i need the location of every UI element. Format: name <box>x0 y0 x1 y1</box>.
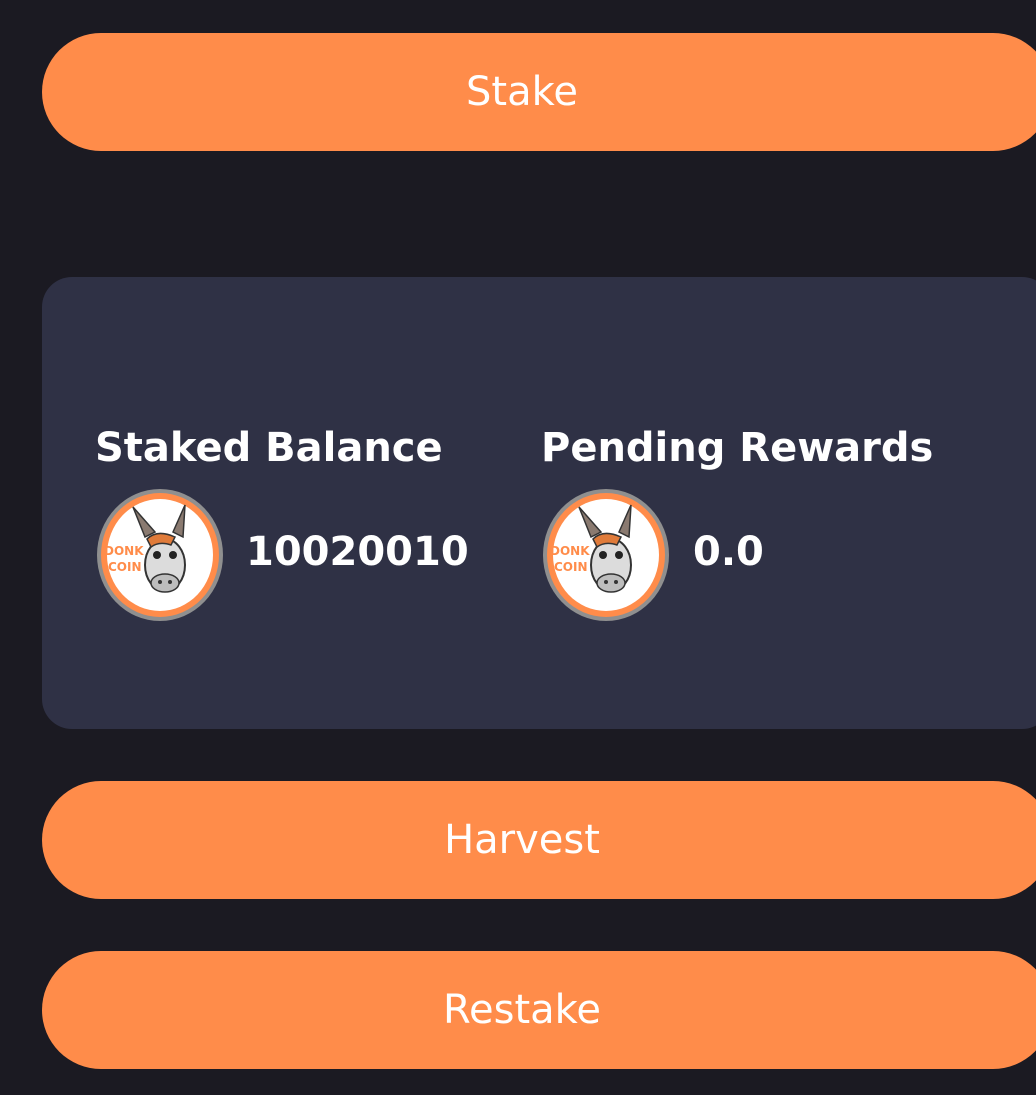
restake-button[interactable]: Restake <box>42 951 1036 1069</box>
pending-rewards-title: Pending Rewards <box>541 425 934 471</box>
stake-button-label: Stake <box>466 69 578 115</box>
staked-balance-title: Staked Balance <box>95 425 443 471</box>
stake-button[interactable]: Stake <box>42 33 1036 151</box>
svg-text:COIN: COIN <box>108 560 142 574</box>
svg-text:COIN: COIN <box>554 560 588 574</box>
harvest-button[interactable]: Harvest <box>42 781 1036 899</box>
svg-text:DONK: DONK <box>104 544 144 558</box>
donk-coin-logo-icon: DONK COIN <box>97 489 223 621</box>
donk-coin-logo-icon: DONK COIN <box>543 489 669 621</box>
harvest-button-label: Harvest <box>444 817 600 863</box>
staked-balance-value: 10020010 <box>246 529 469 575</box>
staking-summary-card: Staked Balance DONK COIN 10020010 Pendin… <box>42 277 1036 729</box>
pending-rewards-value: 0.0 <box>693 529 764 575</box>
svg-text:DONK: DONK <box>550 544 590 558</box>
restake-button-label: Restake <box>443 987 601 1033</box>
